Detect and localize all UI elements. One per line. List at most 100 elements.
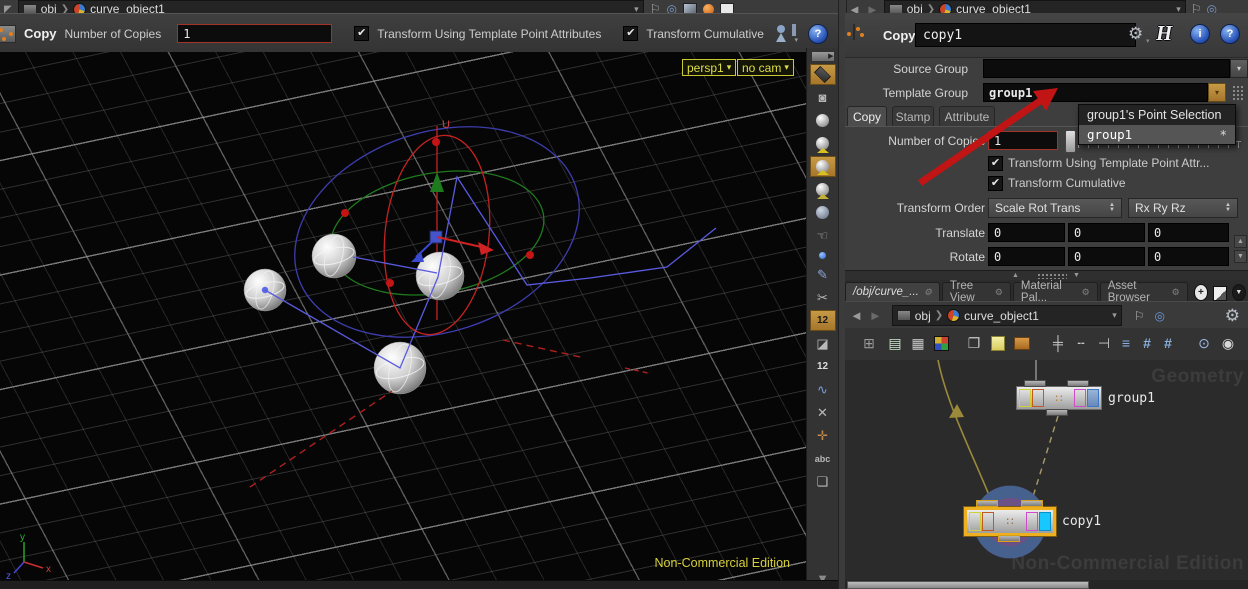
view-plane-icon[interactable]	[810, 64, 836, 85]
layout-nodes-icon[interactable]: ❐	[964, 333, 984, 353]
translate-x-input[interactable]: 0	[988, 223, 1065, 242]
lock-flag[interactable]	[982, 512, 994, 531]
tab-network-path[interactable]: /obj/curve_...⚙	[845, 282, 940, 301]
gear-icon[interactable]: ⚙	[1225, 306, 1240, 326]
network-scrollbar[interactable]	[845, 580, 1248, 589]
output-connector[interactable]	[998, 535, 1020, 542]
parent-network-icon[interactable]: ⊞	[859, 333, 879, 353]
scene-viewport[interactable]: U	[0, 52, 806, 580]
back-icon[interactable]: ◄	[850, 308, 863, 323]
point-numbers-icon[interactable]: 12	[810, 310, 836, 331]
output-connector[interactable]	[1046, 409, 1068, 416]
select-points-icon[interactable]	[810, 133, 836, 154]
input-connector[interactable]	[1024, 380, 1046, 387]
divider-grip[interactable]	[1037, 273, 1067, 279]
profile-curves-icon[interactable]: ∿	[810, 379, 836, 400]
transform-cumulative-checkbox[interactable]: ✔	[623, 26, 638, 41]
operation-presets-icon[interactable]: ▾	[776, 24, 798, 44]
info-icon[interactable]: i	[1190, 24, 1210, 44]
visibility-eye-icon[interactable]: ◉	[1218, 333, 1238, 353]
camera-menu[interactable]: persp1▾	[682, 59, 736, 76]
translate-z-input[interactable]: 0	[1148, 223, 1229, 242]
rotate-y-input[interactable]: 0	[1068, 247, 1145, 266]
secure-selection-icon[interactable]	[810, 156, 836, 177]
display-hulls-icon[interactable]: ✕	[810, 402, 836, 423]
sticky-note-icon[interactable]	[988, 333, 1008, 353]
display-origin-axes-icon[interactable]: ✛	[810, 425, 836, 446]
breadcrumb[interactable]: obj ❯ curve_object1 ▾	[892, 305, 1122, 326]
show-points-icon[interactable]	[810, 110, 836, 131]
template-flag[interactable]	[1026, 512, 1038, 531]
node-name-field[interactable]: copy1	[915, 23, 1136, 47]
color-palette-icon[interactable]	[931, 333, 951, 353]
tab-stamp[interactable]: Stamp	[892, 106, 934, 127]
handle-y-cone[interactable]	[430, 172, 444, 192]
align-right-icon[interactable]: ⊣	[1094, 333, 1114, 353]
handle-x-arrowhead[interactable]	[478, 242, 494, 255]
help-icon[interactable]: ?	[1220, 24, 1240, 44]
copies-input[interactable]: 1	[988, 131, 1058, 150]
select-geometry-icon[interactable]	[810, 179, 836, 200]
select-hand-icon[interactable]: ☜	[810, 225, 836, 246]
display-points-pen-icon[interactable]: ✎	[810, 264, 836, 285]
template-flag[interactable]	[1074, 389, 1086, 407]
camera-lock-icon[interactable]: ◙	[810, 87, 836, 108]
tab-copy[interactable]: Copy	[847, 106, 887, 127]
rotate-z-input[interactable]: 0	[1148, 247, 1229, 266]
split-pane-icon[interactable]	[1213, 286, 1227, 301]
bypass-flag[interactable]	[969, 512, 981, 531]
display-flag[interactable]	[1087, 389, 1099, 407]
transform-template-checkbox[interactable]: ✔	[988, 156, 1003, 171]
tab-attribute[interactable]: Attribute	[939, 106, 995, 127]
breadcrumb-node[interactable]: curve_object1	[964, 309, 1039, 323]
node-label[interactable]: group1	[1108, 391, 1155, 406]
list-view-icon[interactable]: ▤	[885, 333, 905, 353]
breadcrumb[interactable]: obj ❯ curve_object1 ▾	[18, 0, 644, 14]
dropdown-item-group1[interactable]: group1 *	[1079, 125, 1235, 144]
transform-template-checkbox[interactable]: ✔	[354, 26, 369, 41]
input-connector[interactable]	[976, 500, 998, 507]
primitive-normals-icon[interactable]: ◪	[810, 333, 836, 354]
translate-y-input[interactable]: 0	[1068, 223, 1145, 242]
tab-tree-view[interactable]: Tree View⚙	[942, 282, 1011, 301]
tab-asset-browser[interactable]: Asset Browser⚙	[1100, 282, 1188, 301]
bypass-flag[interactable]	[1019, 389, 1031, 407]
breadcrumb-context[interactable]: obj	[915, 309, 931, 323]
display-node-names-icon[interactable]: abc	[810, 448, 836, 469]
scrollbar-button[interactable]: ▶	[810, 50, 836, 62]
scroll-down-button[interactable]: ▼	[1234, 250, 1247, 263]
collapse-down-icon[interactable]: ▼	[1073, 272, 1080, 279]
handle-z-arrowhead[interactable]	[411, 252, 424, 262]
copies-input[interactable]: 1	[177, 24, 332, 43]
gear-icon[interactable]: ⚙	[1128, 24, 1143, 44]
point-marker-icon[interactable]	[810, 248, 836, 262]
network-canvas[interactable]: Geometry Non-Commercial Edition ∷	[845, 360, 1248, 580]
pane-menu-icon[interactable]: ▼	[1232, 284, 1246, 301]
network-box-icon[interactable]	[1012, 333, 1032, 353]
snap-grid-icon[interactable]: #	[1137, 333, 1157, 353]
primitive-numbers-icon[interactable]: 12	[810, 356, 836, 377]
follow-target-icon[interactable]: ◎	[1155, 309, 1165, 323]
copy-node-icon[interactable]	[0, 25, 16, 43]
input-connector[interactable]	[1067, 380, 1089, 387]
scrollbar-thumb[interactable]	[847, 581, 1089, 589]
display-normals-icon[interactable]: ✂	[810, 287, 836, 308]
dashed-wires-icon[interactable]: --	[1071, 333, 1091, 353]
template-group-input[interactable]: group1	[983, 83, 1208, 102]
help-icon[interactable]: ?	[808, 24, 828, 44]
slider-handle[interactable]	[1065, 130, 1076, 153]
pin-icon[interactable]: ⚐	[1134, 309, 1145, 323]
tab-material-palette[interactable]: Material Pal...⚙	[1013, 282, 1098, 301]
horizontal-lines-icon[interactable]: ≡	[1116, 333, 1136, 353]
scroll-up-button[interactable]: ▲	[1234, 235, 1247, 248]
forward-icon[interactable]: ►	[869, 308, 882, 323]
display-grid-icon[interactable]: #	[1158, 333, 1178, 353]
display-flag[interactable]	[1039, 512, 1051, 531]
sphere-copy-3[interactable]	[416, 252, 464, 300]
collapse-up-icon[interactable]: ▲	[1012, 272, 1019, 279]
camera-link-menu[interactable]: no cam▾	[737, 59, 794, 76]
new-tab-icon[interactable]: +	[1194, 284, 1208, 301]
rotate-x-input[interactable]: 0	[988, 247, 1065, 266]
node-label[interactable]: copy1	[1062, 514, 1101, 529]
source-group-input[interactable]	[983, 59, 1230, 78]
